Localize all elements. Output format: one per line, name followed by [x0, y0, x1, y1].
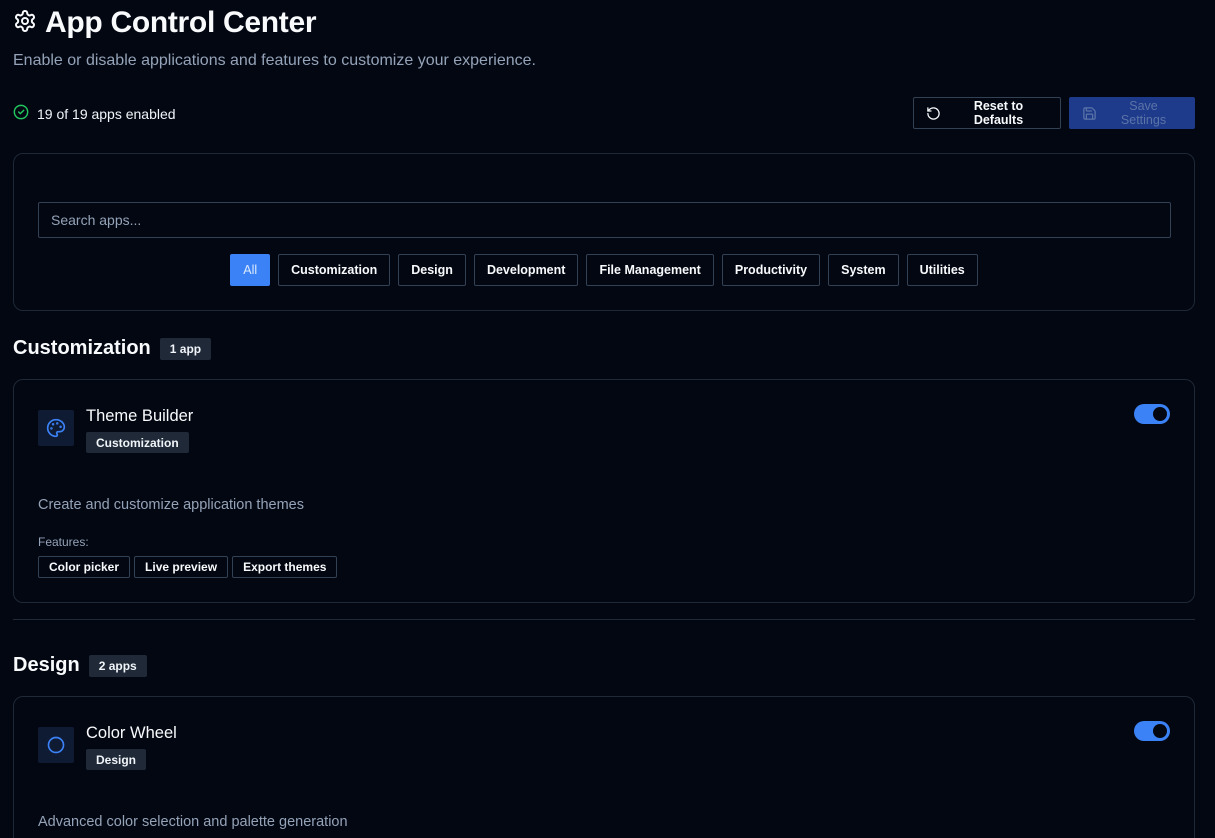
- app-count-badge: 2 apps: [88, 654, 147, 677]
- app-name: Color Wheel: [86, 724, 177, 742]
- app-count-badge: 1 app: [159, 337, 212, 360]
- app-card-theme-builder: Theme Builder Customization Create and c…: [13, 379, 1195, 603]
- page-subtitle: Enable or disable applications and featu…: [13, 52, 536, 69]
- filter-productivity[interactable]: Productivity: [721, 254, 821, 286]
- toggle-knob: [1153, 724, 1167, 738]
- section-divider: [13, 619, 1195, 620]
- search-input[interactable]: [38, 202, 1171, 238]
- app-description: Advanced color selection and palette gen…: [38, 814, 348, 830]
- reset-defaults-label: Reset to Defaults: [973, 99, 1024, 127]
- feature-tag: Export themes: [232, 556, 338, 578]
- save-settings-label: Save Settings: [1120, 99, 1167, 127]
- filter-all[interactable]: All: [230, 254, 271, 286]
- feature-tag: Color picker: [38, 556, 131, 578]
- filter-panel: All Customization Design Development Fil…: [13, 153, 1195, 311]
- toggle-knob: [1153, 407, 1167, 421]
- section-title: Design: [13, 654, 80, 676]
- app-category-badge: Design: [86, 749, 147, 770]
- enabled-status: 19 of 19 apps enabled: [13, 104, 176, 123]
- app-name: Theme Builder: [86, 407, 194, 425]
- filter-utilities[interactable]: Utilities: [906, 254, 978, 286]
- filter-design[interactable]: Design: [398, 254, 466, 286]
- app-enable-toggle[interactable]: [1134, 404, 1170, 424]
- header: App Control Center: [13, 6, 317, 40]
- app-category-badge: Customization: [86, 432, 189, 453]
- filter-customization[interactable]: Customization: [278, 254, 391, 286]
- section-header-customization: Customization 1 app: [13, 337, 212, 360]
- gear-icon: [13, 9, 37, 38]
- reset-defaults-button[interactable]: Reset to Defaults: [913, 97, 1061, 129]
- app-control-center-page: App Control Center Enable or disable app…: [0, 0, 1215, 838]
- circle-icon: [38, 727, 74, 763]
- section-header-design: Design 2 apps: [13, 654, 147, 677]
- section-title: Customization: [13, 337, 151, 359]
- features-label: Features:: [38, 535, 89, 549]
- filter-file-management[interactable]: File Management: [586, 254, 714, 286]
- feature-tag: Live preview: [134, 556, 229, 578]
- app-description: Create and customize application themes: [38, 497, 304, 513]
- save-icon: [1082, 106, 1097, 121]
- enabled-status-text: 19 of 19 apps enabled: [37, 105, 176, 122]
- filter-system[interactable]: System: [828, 254, 899, 286]
- filter-development[interactable]: Development: [473, 254, 579, 286]
- save-settings-button[interactable]: Save Settings: [1069, 97, 1195, 129]
- action-buttons: Reset to Defaults Save Settings: [913, 97, 1195, 129]
- category-filters: All Customization Design Development Fil…: [14, 254, 1194, 286]
- rotate-ccw-icon: [926, 106, 941, 121]
- feature-list: Color picker Live preview Export themes: [38, 556, 338, 578]
- check-circle-icon: [13, 104, 29, 123]
- palette-icon: [38, 410, 74, 446]
- app-enable-toggle[interactable]: [1134, 721, 1170, 741]
- app-card-color-wheel: Color Wheel Design Advanced color select…: [13, 696, 1195, 838]
- page-title: App Control Center: [45, 6, 317, 39]
